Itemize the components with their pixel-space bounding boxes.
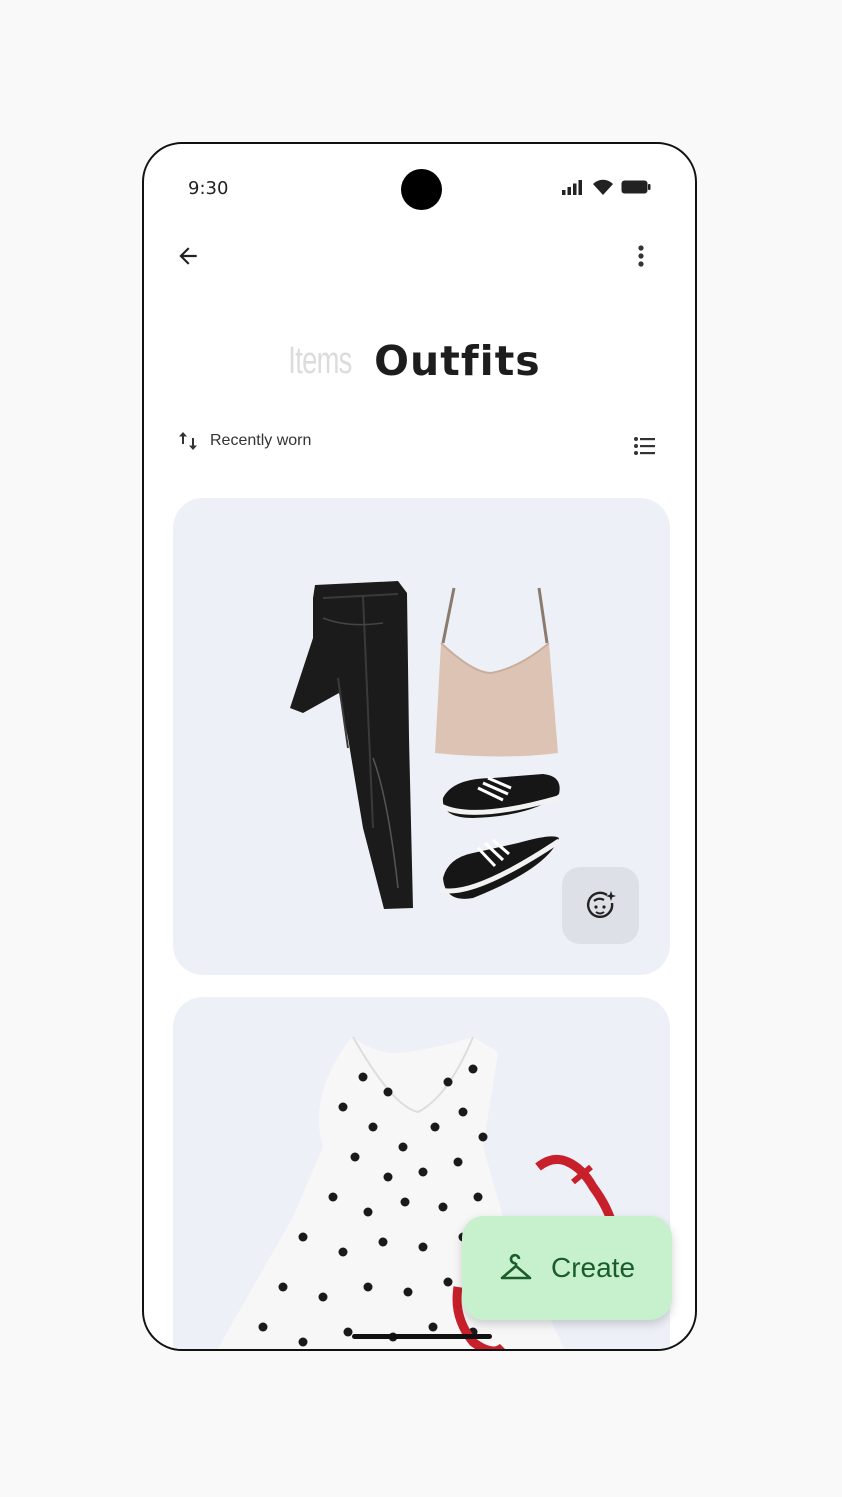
swap-vert-icon — [179, 432, 197, 450]
phone-frame: 9:30 Items Outfits Recently worn Create — [142, 142, 697, 1351]
more-vert-icon — [638, 245, 644, 267]
sort-label: Recently worn — [210, 432, 312, 449]
leather-pants-image — [290, 581, 413, 909]
more-options-button[interactable] — [619, 234, 663, 278]
tab-items[interactable]: Items — [289, 340, 353, 383]
status-time: 9:30 — [188, 178, 229, 199]
back-button[interactable] — [166, 234, 210, 278]
battery-icon — [621, 180, 651, 194]
outfit-card[interactable] — [173, 498, 670, 975]
sort-button[interactable]: Recently worn — [178, 430, 311, 452]
hanger-icon — [500, 1253, 532, 1280]
tab-switcher: Items Outfits — [144, 326, 695, 396]
status-bar: 9:30 — [144, 144, 695, 234]
view-toggle-button[interactable] — [623, 424, 667, 468]
home-indicator[interactable] — [352, 1334, 492, 1339]
cami-top-image — [435, 587, 558, 757]
virtual-try-on-button[interactable] — [562, 867, 639, 944]
signal-icon — [562, 180, 582, 195]
status-icons — [561, 178, 651, 196]
top-app-bar — [144, 234, 695, 294]
wifi-icon — [593, 179, 613, 195]
front-camera — [401, 169, 442, 210]
sort-row: Recently worn — [144, 424, 695, 468]
tab-outfits[interactable]: Outfits — [374, 337, 541, 385]
create-label: Create — [550, 1252, 636, 1283]
arrow-back-icon — [179, 247, 197, 265]
create-outfit-button[interactable]: Create — [462, 1216, 672, 1320]
virtual-try-on-icon — [586, 890, 616, 918]
sneakers-image — [439, 774, 561, 899]
list-view-icon — [634, 437, 655, 455]
